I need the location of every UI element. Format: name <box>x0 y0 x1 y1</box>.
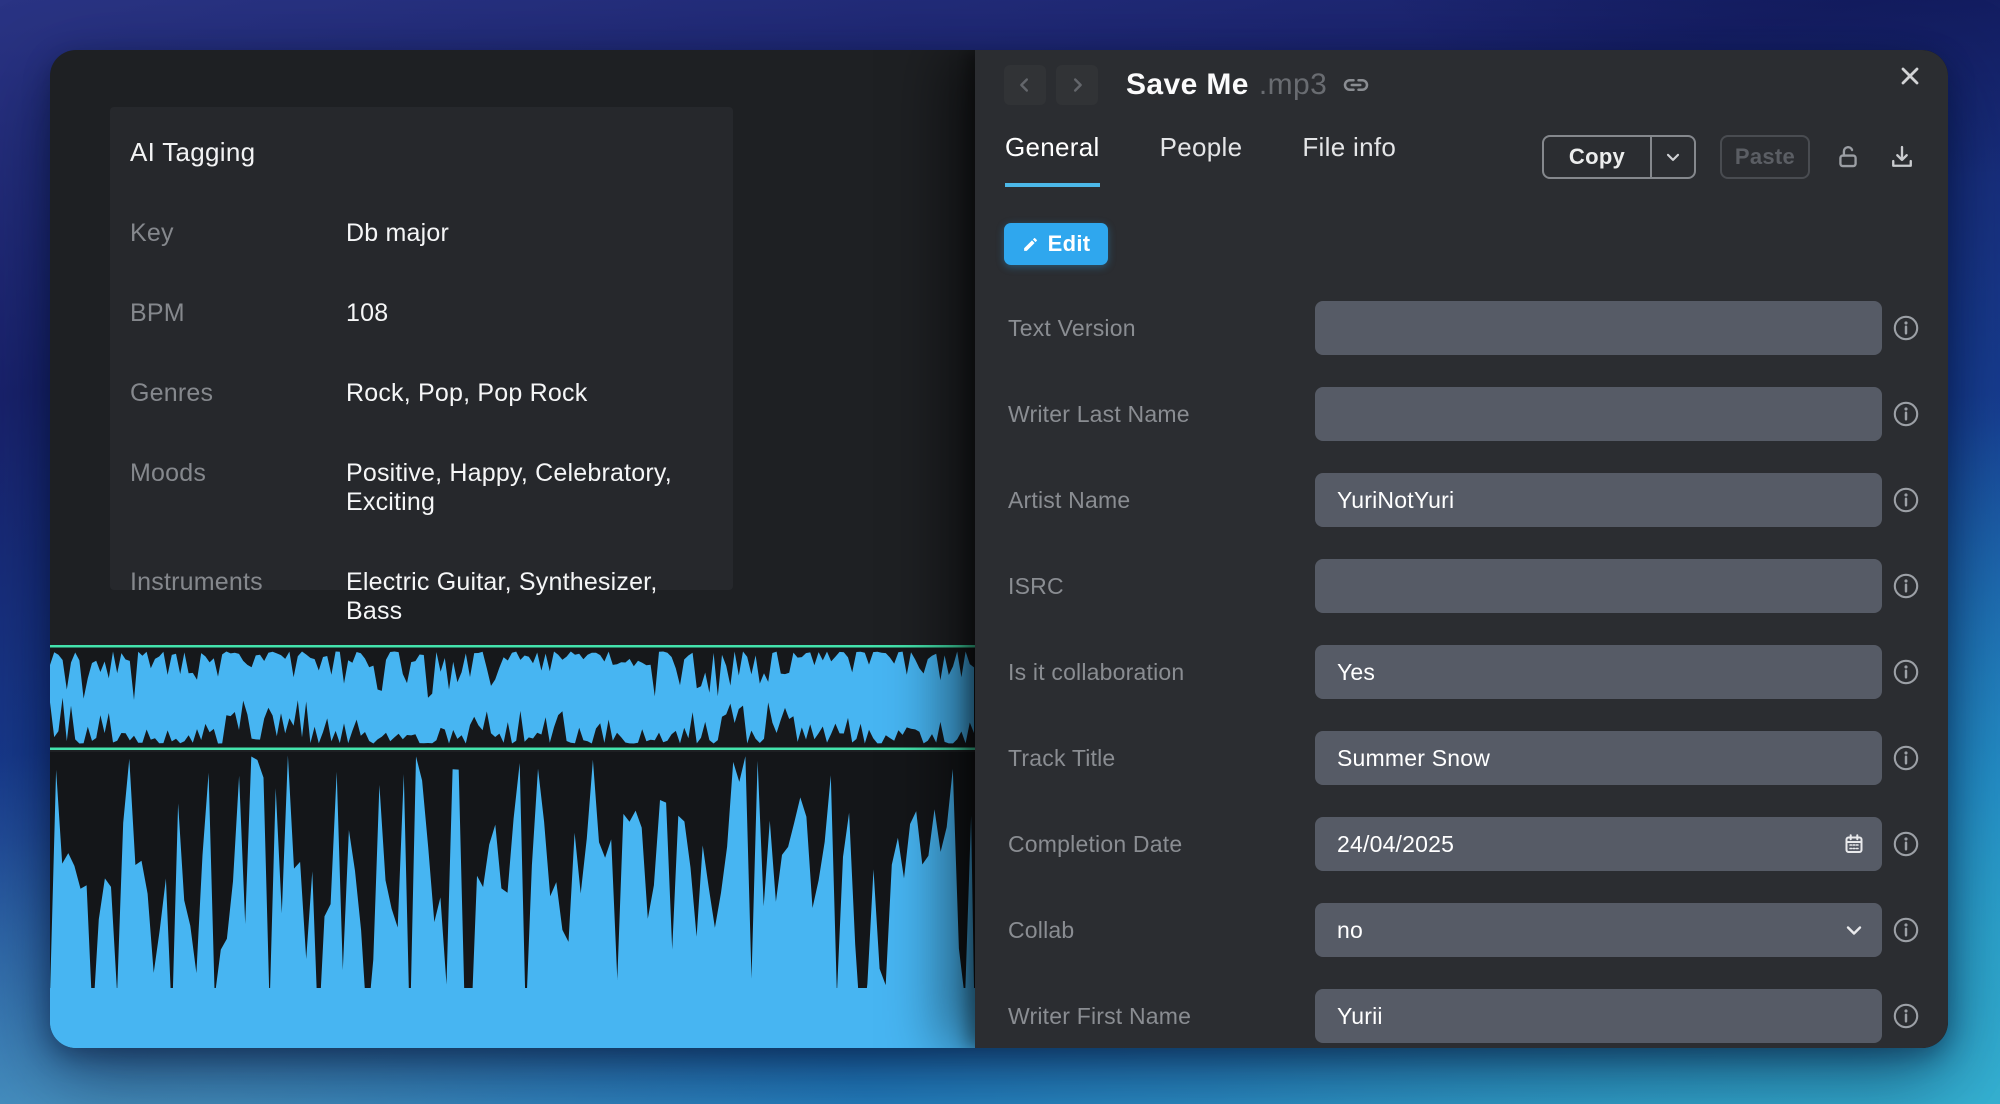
ai-tag-row-moods: Moods Positive, Happy, Celebratory, Exci… <box>130 459 713 517</box>
file-name: Save Me <box>1126 68 1249 102</box>
form-field-row-is-it-collaboration: Is it collaboration Yes <box>975 629 1948 715</box>
file-extension: .mp3 <box>1259 68 1327 102</box>
info-icon[interactable] <box>1891 657 1921 687</box>
input-completion-date[interactable]: 24/04/2025 <box>1315 817 1882 871</box>
nav-back-button[interactable] <box>1004 65 1046 105</box>
input-is-it-collaboration[interactable]: Yes <box>1315 645 1882 699</box>
ai-tagging-card: AI Tagging Key Db major BPM 108 Genres R… <box>110 107 733 590</box>
info-icon[interactable] <box>1891 915 1921 945</box>
info-icon[interactable] <box>1891 399 1921 429</box>
copy-options-button[interactable] <box>1650 137 1694 177</box>
input-writer-last-name[interactable] <box>1315 387 1882 441</box>
field-value: Yurii <box>1337 1003 1383 1030</box>
form-field-row-writer-first-name: Writer First Name Yurii <box>975 973 1948 1048</box>
calendar-icon[interactable] <box>1842 832 1866 856</box>
ai-tag-row-instruments: Instruments Electric Guitar, Synthesizer… <box>130 568 713 626</box>
tab-general[interactable]: General <box>1005 132 1100 187</box>
field-label: Is it collaboration <box>1008 659 1315 686</box>
track-overview-section: AI Tagging Key Db major BPM 108 Genres R… <box>50 50 975 1048</box>
file-detail-panel: Save Me .mp3 General People File info Cop… <box>975 50 1948 1048</box>
close-button[interactable] <box>1890 56 1930 96</box>
edit-button-label: Edit <box>1048 231 1091 257</box>
form-field-row-isrc: ISRC <box>975 543 1948 629</box>
field-value: Summer Snow <box>1337 745 1490 772</box>
info-icon[interactable] <box>1891 485 1921 515</box>
form-field-row-text-version: Text Version <box>975 285 1948 371</box>
link-icon[interactable] <box>1341 70 1371 100</box>
form-field-row-collab: Collab no <box>975 887 1948 973</box>
field-value: YuriNotYuri <box>1337 487 1454 514</box>
nav-forward-button[interactable] <box>1056 65 1098 105</box>
metadata-form: Text Version Writer Last Name <box>975 285 1948 1048</box>
field-label: ISRC <box>1008 573 1315 600</box>
form-field-row-track-title: Track Title Summer Snow <box>975 715 1948 801</box>
ai-tagging-title: AI Tagging <box>130 137 713 168</box>
field-label: Collab <box>1008 917 1315 944</box>
chevron-down-icon <box>1842 918 1866 942</box>
waveform-overview[interactable] <box>50 645 975 750</box>
field-label: Artist Name <box>1008 487 1315 514</box>
select-collab[interactable]: no <box>1315 903 1882 957</box>
input-writer-first-name[interactable]: Yurii <box>1315 989 1882 1043</box>
ai-tag-label: Genres <box>130 379 346 408</box>
info-icon[interactable] <box>1891 571 1921 601</box>
input-artist-name[interactable]: YuriNotYuri <box>1315 473 1882 527</box>
ai-tag-value: Positive, Happy, Celebratory, Exciting <box>346 459 713 517</box>
ai-tag-label: Instruments <box>130 568 346 597</box>
input-isrc[interactable] <box>1315 559 1882 613</box>
file-title: Save Me .mp3 <box>1126 65 1371 105</box>
tab-people[interactable]: People <box>1160 132 1243 187</box>
detail-toolbar: Copy Paste <box>1542 135 1918 179</box>
waveform-overview-graphic <box>50 645 975 750</box>
field-label: Writer First Name <box>1008 1003 1315 1030</box>
field-label: Track Title <box>1008 745 1315 772</box>
download-button[interactable] <box>1886 141 1918 173</box>
copy-split-button: Copy <box>1542 135 1696 179</box>
ai-tagging-rows: Key Db major BPM 108 Genres Rock, Pop, P… <box>130 219 713 626</box>
form-field-row-writer-last-name: Writer Last Name <box>975 371 1948 457</box>
ai-tag-label: Moods <box>130 459 346 488</box>
ai-tag-row-key: Key Db major <box>130 219 713 248</box>
edit-button[interactable]: Edit <box>1004 223 1108 265</box>
ai-tag-value: Rock, Pop, Pop Rock <box>346 379 587 408</box>
chevron-down-icon <box>1663 147 1683 167</box>
ai-tag-row-genres: Genres Rock, Pop, Pop Rock <box>130 379 713 408</box>
form-field-row-completion-date: Completion Date 24/04/2025 <box>975 801 1948 887</box>
ai-tag-value: Electric Guitar, Synthesizer, Bass <box>346 568 713 626</box>
pencil-icon <box>1022 236 1039 253</box>
info-icon[interactable] <box>1891 1001 1921 1031</box>
waveform-detail-graphic <box>50 752 975 1048</box>
input-track-title[interactable]: Summer Snow <box>1315 731 1882 785</box>
info-icon[interactable] <box>1891 743 1921 773</box>
chevron-right-icon <box>1066 74 1088 96</box>
field-value: 24/04/2025 <box>1337 831 1454 858</box>
ai-tag-value: Db major <box>346 219 449 248</box>
detail-tabs: General People File info <box>1005 132 1396 187</box>
ai-tag-label: Key <box>130 219 346 248</box>
info-icon[interactable] <box>1891 829 1921 859</box>
field-value: Yes <box>1337 659 1375 686</box>
copy-button[interactable]: Copy <box>1544 137 1650 177</box>
info-icon[interactable] <box>1891 313 1921 343</box>
ai-tag-value: 108 <box>346 299 388 328</box>
download-icon <box>1888 143 1916 171</box>
input-text-version[interactable] <box>1315 301 1882 355</box>
form-field-row-artist-name: Artist Name YuriNotYuri <box>975 457 1948 543</box>
lock-open-icon <box>1834 143 1862 171</box>
field-value: no <box>1337 917 1363 944</box>
chevron-left-icon <box>1014 74 1036 96</box>
close-icon <box>1896 62 1924 90</box>
lock-button[interactable] <box>1832 141 1864 173</box>
paste-button[interactable]: Paste <box>1720 135 1810 179</box>
tab-file-info[interactable]: File info <box>1302 132 1396 187</box>
field-label: Writer Last Name <box>1008 401 1315 428</box>
app-window: AI Tagging Key Db major BPM 108 Genres R… <box>50 50 1948 1048</box>
ai-tag-label: BPM <box>130 299 346 328</box>
field-label: Text Version <box>1008 315 1315 342</box>
field-label: Completion Date <box>1008 831 1315 858</box>
ai-tag-row-bpm: BPM 108 <box>130 299 713 328</box>
waveform-detail[interactable] <box>50 752 975 1048</box>
